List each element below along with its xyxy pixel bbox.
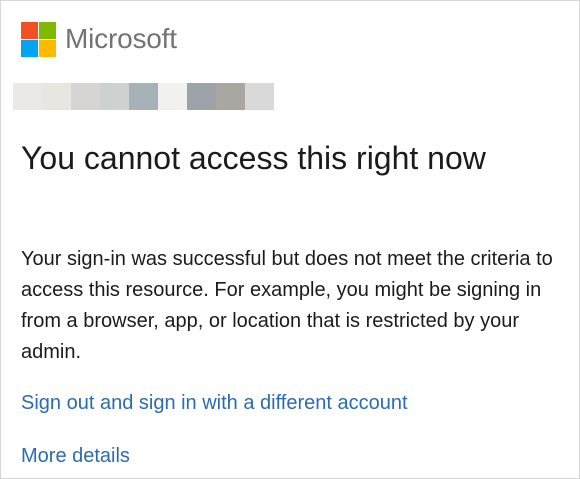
redacted-block bbox=[158, 83, 187, 110]
microsoft-logo: Microsoft bbox=[21, 21, 177, 57]
microsoft-logo-icon bbox=[21, 21, 56, 57]
brand-name: Microsoft bbox=[65, 23, 177, 54]
logo-square-blue bbox=[21, 39, 38, 57]
redacted-block bbox=[42, 83, 71, 110]
redacted-block bbox=[100, 83, 129, 110]
redacted-block bbox=[129, 83, 158, 110]
redacted-block bbox=[187, 83, 216, 110]
redacted-block bbox=[216, 83, 245, 110]
more-details-link[interactable]: More details bbox=[21, 442, 130, 470]
redacted-block bbox=[245, 83, 274, 110]
error-description: Your sign-in was successful but does not… bbox=[21, 248, 553, 363]
sign-in-card: Microsoft You cannot access this right n… bbox=[0, 0, 580, 479]
redacted-block bbox=[71, 83, 100, 110]
redacted-account-identifier bbox=[13, 83, 274, 110]
redacted-block bbox=[13, 83, 42, 110]
logo-square-yellow bbox=[39, 39, 56, 57]
sign-out-link[interactable]: Sign out and sign in with a different ac… bbox=[21, 389, 408, 417]
logo-square-green bbox=[39, 21, 56, 39]
page-title: You cannot access this right now bbox=[21, 140, 486, 176]
logo-square-red bbox=[21, 21, 38, 39]
